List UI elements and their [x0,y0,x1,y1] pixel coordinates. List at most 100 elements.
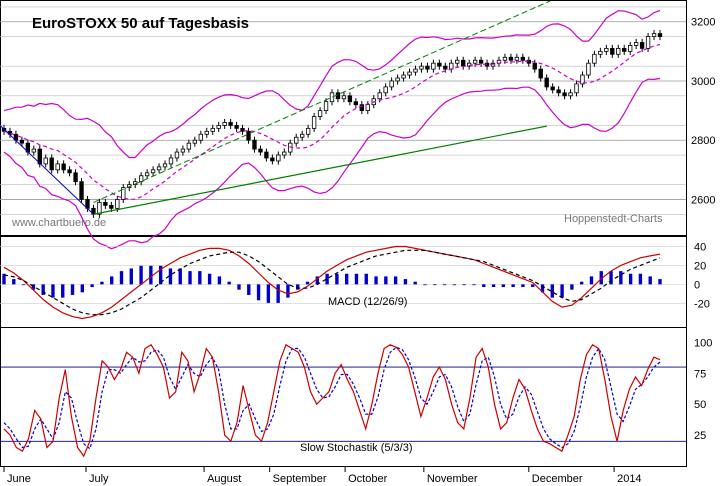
candle-body [168,157,174,165]
price-tick-label: 2800 [691,135,715,147]
macd-histogram-bar [491,284,496,288]
candle-body [192,139,198,144]
candle-body [645,36,651,49]
candle-body [562,92,567,97]
candle-body [109,204,114,209]
candle-body [538,68,543,79]
candle-body [67,169,72,174]
price-tick-label: 3200 [691,17,715,29]
candle-body [252,139,257,150]
macd-histogram-bar [384,276,388,285]
candle-body [138,175,144,183]
candle-body [508,56,514,61]
candle-body [586,62,591,76]
candle-body [556,89,561,94]
candle-body [198,133,203,141]
candle-body [49,157,54,171]
candle-body [174,151,180,159]
macd-histogram-bar [266,284,271,303]
candle-body [144,172,150,177]
candle-body [150,169,156,174]
macd-histogram-bar [482,284,486,288]
macd-histogram-bar [423,284,427,286]
macd-histogram-bar [305,281,310,285]
candle-body [234,125,239,129]
macd-histogram-bar [638,273,643,285]
candle-body [341,95,347,100]
candle-body [437,62,442,67]
macd-histogram-bar [364,273,368,285]
macd-tick-label: -20 [694,298,710,310]
macd-histogram-bar [178,268,182,285]
macd-histogram-bar [139,265,143,285]
x-tick-label: October [348,473,387,485]
macd-histogram-bar [80,284,85,293]
macd-histogram-bar [472,284,476,286]
macd-histogram-bar [628,273,633,285]
macd-label: MACD (12/26/9) [328,296,407,308]
candle-body [633,42,639,46]
candle-body [222,122,227,126]
candle-body [264,151,269,159]
candle-body [210,127,215,132]
macd-histogram-bar [354,273,359,285]
candle-body [335,92,341,100]
source-label: Hoppenstedt-Charts [564,213,663,225]
candle-body [186,142,192,150]
macd-histogram-bar [648,276,652,285]
macd-histogram-bar [374,276,378,285]
stochastic-tick-label: 75 [694,368,706,380]
candle-body [246,130,251,141]
watermark: www.chartbuero.de [11,217,106,229]
candle-body [407,71,412,76]
candle-body [622,47,627,52]
macd-tick-label: 0 [694,279,700,291]
candle-body [425,65,430,70]
macd-histogram-bar [90,284,94,288]
candle-body [502,56,508,61]
candle-body [270,157,275,162]
macd-histogram-bar [550,284,554,298]
stochastic-tick-label: 100 [694,337,712,349]
candle-body [300,133,305,138]
x-tick-label: August [207,473,241,485]
candle-body [532,62,537,70]
macd-histogram-bar [149,265,153,285]
macd-histogram-bar [589,276,594,285]
chart-title: EuroSTOXX 50 auf Tagesbasis [32,15,249,32]
candle-body [73,172,78,183]
macd-histogram-bar [619,271,623,285]
macd-histogram-bar [511,284,515,288]
price-tick-label: 2600 [691,194,715,206]
candle-body [311,116,317,129]
candle-body [317,110,323,117]
candle-body [616,47,621,55]
macd-histogram-bar [442,284,447,286]
macd-histogram-bar [247,284,251,295]
x-tick-label: June [7,473,31,485]
macd-histogram-bar [296,284,300,290]
candle-body [43,157,48,165]
stock-chart: 3200 3000 2800 2600 40 20 0 -20 100 75 50 25 June… [0,0,723,486]
candle-body [377,92,382,100]
candle-body [419,65,424,70]
candle-body [395,77,400,82]
macd-histogram-bar [570,284,574,290]
candle-body [520,56,526,61]
macd-histogram-bar [560,284,564,298]
candle-body [115,199,120,209]
candle-body [628,45,633,52]
candle-body [365,104,370,111]
macd-histogram-bar [286,284,290,298]
candle-body [282,151,287,156]
macd-histogram-bar [403,279,408,285]
candle-body [639,42,645,49]
candle-body [574,83,579,94]
candle-body [228,122,233,126]
macd-histogram-bar [237,284,241,290]
candle-body [651,33,657,37]
macd-histogram-bar [501,284,506,288]
macd-histogram-bar [207,273,212,285]
macd-histogram-bar [41,284,45,295]
macd-histogram-bar [70,284,75,295]
